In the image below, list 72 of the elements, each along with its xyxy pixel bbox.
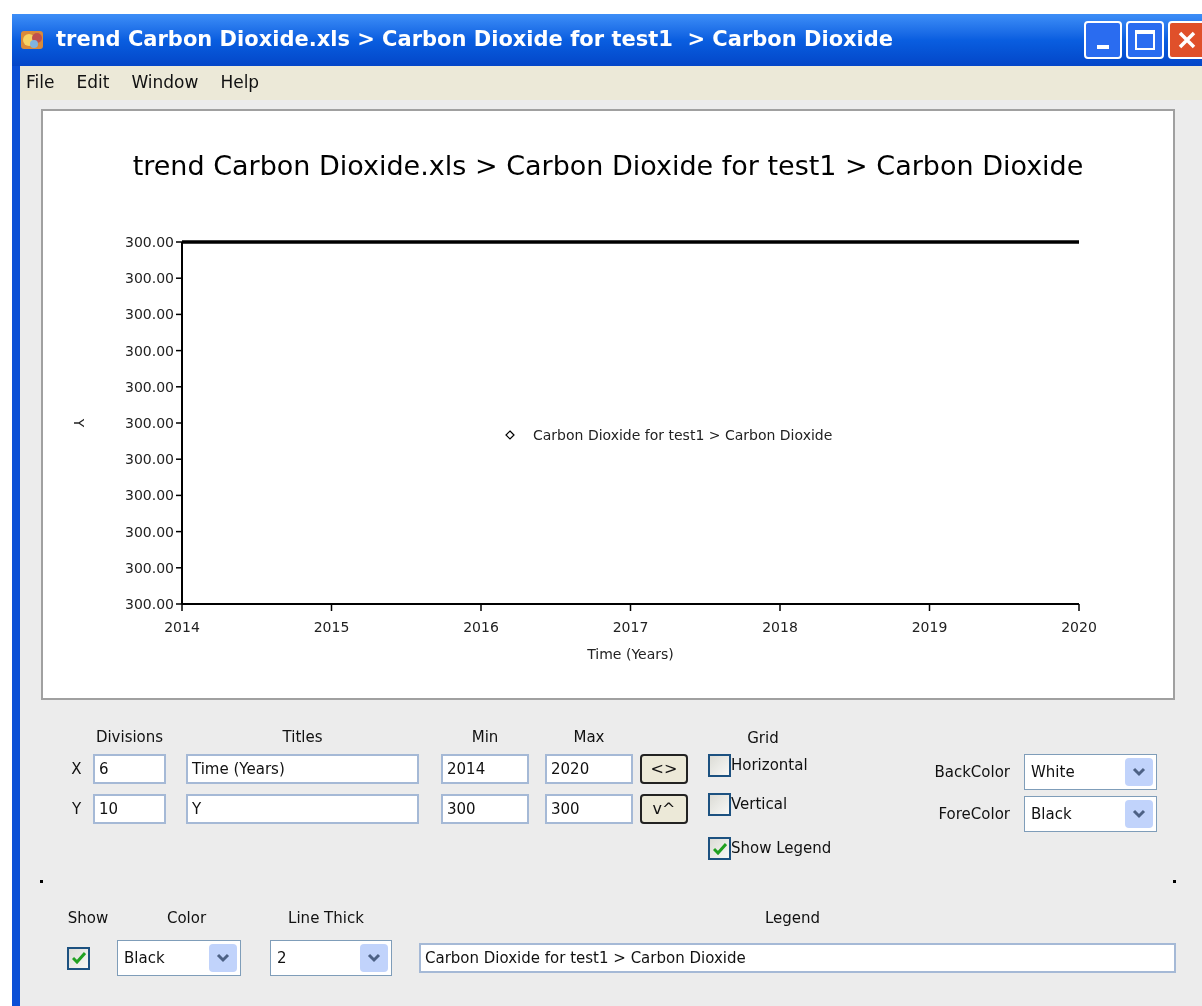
input-field[interactable]: 2020 xyxy=(545,754,633,784)
column-header: Max xyxy=(572,726,606,748)
grid-header: Grid xyxy=(746,728,780,747)
close-button[interactable] xyxy=(1168,21,1202,59)
checkbox-label: Horizontal xyxy=(731,755,808,777)
chart-title: trend Carbon Dioxide.xls > Carbon Dioxide for test1 > Carbon Dioxide xyxy=(132,150,1084,181)
checkbox-label: Show Legend xyxy=(731,838,832,860)
checkbox[interactable] xyxy=(708,837,731,860)
dropdown[interactable]: Black xyxy=(117,940,241,976)
dropdown[interactable]: 2 xyxy=(270,940,392,976)
x-axis-label: Time (Years) xyxy=(587,646,674,662)
checkbox[interactable] xyxy=(708,793,731,816)
column-header: Divisions xyxy=(94,726,165,748)
axis-label: Y xyxy=(70,798,83,820)
minimize-icon xyxy=(1097,45,1109,49)
checkbox[interactable] xyxy=(67,946,90,970)
y-tick-label: 300.00 xyxy=(125,378,174,395)
window-title: trend Carbon Dioxide.xls > Carbon Dioxide for test1 > Carbon Dioxide xyxy=(56,26,894,54)
x-tick-label: 2017 xyxy=(612,619,649,635)
menu-item[interactable]: Edit xyxy=(76,70,110,96)
minimize-button[interactable] xyxy=(1084,21,1122,59)
x-tick-label: 2019 xyxy=(911,619,948,635)
y-tick-label: 300.00 xyxy=(125,306,174,323)
axis-label: X xyxy=(70,758,83,780)
dropdown[interactable]: White xyxy=(1024,754,1157,790)
column-header: Color xyxy=(165,907,208,929)
column-header: Show xyxy=(66,907,110,929)
column-header: Min xyxy=(470,726,500,748)
input-field[interactable]: 10 xyxy=(93,794,166,824)
x-tick-label: 2014 xyxy=(164,619,200,635)
legend-marker-icon xyxy=(505,430,515,440)
menu-item[interactable]: Help xyxy=(220,70,260,96)
x-tick-label: 2016 xyxy=(463,619,499,635)
y-tick-label: 300.00 xyxy=(125,342,174,359)
color-label: BackColor xyxy=(933,761,1011,783)
legend-label: Carbon Dioxide for test1 > Carbon Dioxide xyxy=(533,427,833,443)
column-header: Line Thick xyxy=(287,907,365,929)
app-icon xyxy=(20,28,46,52)
check-icon xyxy=(71,952,86,964)
close-icon xyxy=(1177,30,1197,50)
input-field[interactable]: 300 xyxy=(545,794,633,824)
menu-item[interactable]: Window xyxy=(131,70,199,96)
y-tick-label: 300.00 xyxy=(125,596,174,612)
x-tick-label: 2020 xyxy=(1061,619,1097,635)
menu-item[interactable]: File xyxy=(26,70,55,96)
input-field[interactable]: Carbon Dioxide for test1 > Carbon Dioxide xyxy=(419,943,1176,973)
input-field[interactable]: Y xyxy=(186,794,419,824)
input-field[interactable]: 300 xyxy=(441,794,529,824)
dropdown[interactable]: Black xyxy=(1024,796,1157,832)
y-tick-label: 300.00 xyxy=(125,523,174,540)
y-tick-label: 300.00 xyxy=(125,270,174,287)
y-tick-label: 300.00 xyxy=(125,451,174,468)
color-label: ForeColor xyxy=(937,803,1011,825)
input-field[interactable]: Time (Years) xyxy=(186,754,419,784)
column-header: Legend xyxy=(763,907,822,929)
swap-button[interactable]: <> xyxy=(640,754,688,784)
check-icon xyxy=(712,842,727,855)
y-tick-label: 300.00 xyxy=(125,559,174,576)
y-tick-label: 300.00 xyxy=(125,487,174,504)
swap-button[interactable]: v^ xyxy=(640,794,688,824)
maximize-button[interactable] xyxy=(1126,21,1164,59)
x-tick-label: 2018 xyxy=(762,619,798,635)
y-axis-label: Y xyxy=(71,418,87,428)
input-field[interactable]: 2014 xyxy=(441,754,529,784)
column-header: Titles xyxy=(281,726,324,748)
checkbox[interactable] xyxy=(708,754,731,777)
x-tick-label: 2015 xyxy=(313,619,350,635)
input-field[interactable]: 6 xyxy=(93,754,166,784)
y-tick-label: 300.00 xyxy=(125,415,174,431)
maximize-icon xyxy=(1135,30,1155,50)
y-tick-label: 300.00 xyxy=(125,234,174,250)
checkbox-label: Vertical xyxy=(731,794,788,816)
